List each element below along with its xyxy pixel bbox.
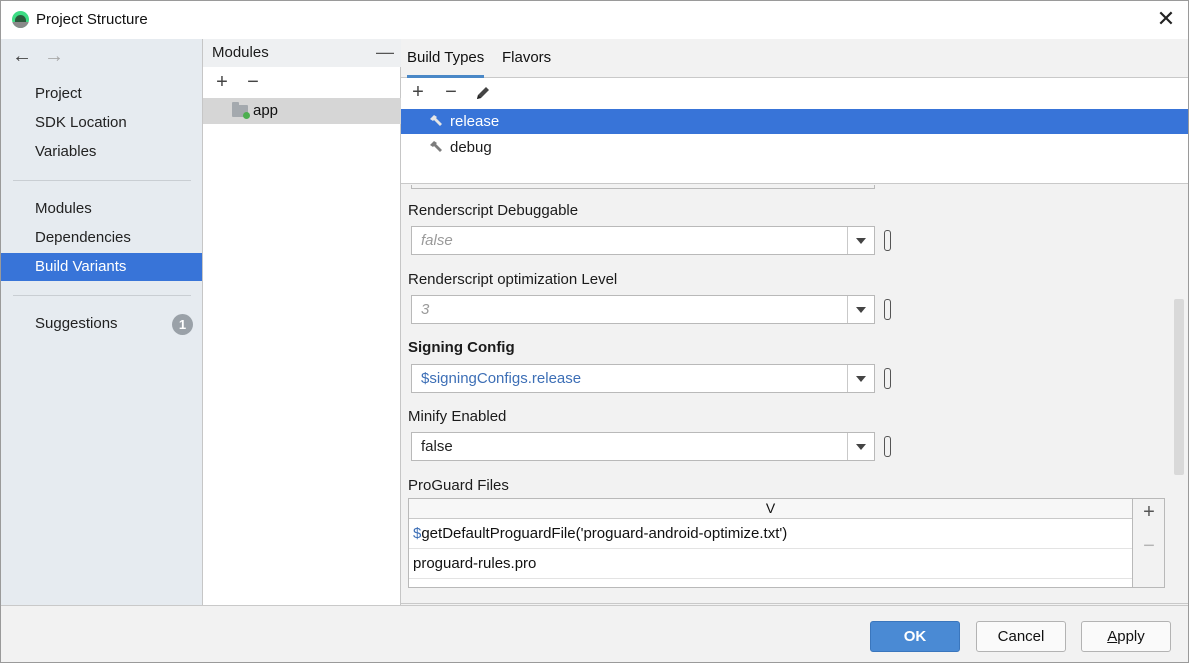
apply-button[interactable]: Apply	[1081, 621, 1171, 652]
combo-value: 3	[421, 301, 430, 318]
pencil-icon[interactable]	[472, 82, 494, 104]
signing-config-combo[interactable]: $signingConfigs.release	[411, 364, 875, 393]
proguard-table-toolbar: + −	[1133, 498, 1165, 588]
table-row[interactable]: proguard-rules.pro	[409, 549, 1132, 579]
add-build-type-button[interactable]: +	[407, 82, 429, 104]
renderscript-optimization-label: Renderscript optimization Level	[408, 271, 618, 288]
module-label: app	[253, 102, 279, 119]
chevron-down-icon[interactable]	[847, 365, 874, 392]
sidebar-item-dependencies[interactable]: Dependencies	[1, 224, 202, 252]
sidebar: ← → Project SDK Location Variables Modul…	[1, 39, 203, 605]
sidebar-divider	[13, 295, 191, 296]
renderscript-optimization-combo[interactable]: 3	[411, 295, 875, 324]
variable-toggle[interactable]	[884, 436, 891, 457]
tab-flavors[interactable]: Flavors	[502, 39, 551, 78]
ok-button[interactable]: OK	[870, 621, 960, 652]
divider	[401, 603, 1188, 604]
sidebar-item-label: Suggestions	[35, 315, 118, 332]
build-types-list: + − release debug	[401, 78, 1188, 184]
chevron-down-icon[interactable]	[847, 433, 874, 460]
table-row[interactable]: $getDefaultProguardFile('proguard-androi…	[409, 519, 1132, 549]
module-item-app[interactable]: app	[203, 98, 401, 124]
window-title: Project Structure	[36, 11, 148, 28]
build-type-debug[interactable]: debug	[401, 135, 1188, 160]
table-cell: proguard-rules.pro	[413, 555, 537, 572]
table-cell: getDefaultProguardFile('proguard-android…	[421, 525, 788, 542]
sidebar-divider	[13, 180, 191, 181]
previous-field-edge	[411, 185, 875, 189]
renderscript-debuggable-label: Renderscript Debuggable	[408, 202, 579, 219]
variable-toggle[interactable]	[884, 230, 891, 251]
proguard-files-table: V $getDefaultProguardFile('proguard-andr…	[408, 498, 1133, 588]
sidebar-item-modules[interactable]: Modules	[1, 195, 202, 223]
title-bar: Project Structure ✕	[1, 1, 1188, 39]
hammer-icon	[430, 141, 442, 152]
sidebar-item-variables[interactable]: Variables	[1, 138, 202, 166]
renderscript-debuggable-combo[interactable]: false	[411, 226, 875, 255]
proguard-files-label: ProGuard Files	[408, 477, 509, 494]
forward-arrow-icon[interactable]: →	[42, 45, 66, 69]
add-proguard-file-button[interactable]: +	[1138, 502, 1160, 524]
sidebar-item-build-variants[interactable]: Build Variants	[1, 253, 202, 281]
combo-value: $signingConfigs.release	[421, 370, 582, 387]
dialog-footer: OK Cancel Apply	[1, 605, 1188, 662]
modules-header: Modules —	[203, 39, 401, 67]
variable-toggle[interactable]	[884, 299, 891, 320]
variable-toggle[interactable]	[884, 368, 891, 389]
collapse-icon[interactable]: —	[375, 39, 395, 67]
apply-label: pply	[1117, 628, 1145, 645]
cancel-button[interactable]: Cancel	[976, 621, 1066, 652]
apply-mnemonic: A	[1107, 628, 1118, 645]
chevron-down-icon[interactable]	[847, 227, 874, 254]
sidebar-item-sdk-location[interactable]: SDK Location	[1, 109, 202, 137]
properties-scrollbar[interactable]	[1174, 299, 1184, 475]
hammer-icon	[430, 115, 442, 126]
build-type-properties: Renderscript Debuggable false Renderscri…	[401, 185, 1188, 605]
table-column-header: V	[409, 499, 1132, 519]
add-module-button[interactable]: +	[211, 72, 233, 94]
tab-bar: Build Types Flavors	[401, 39, 1188, 78]
module-folder-icon	[232, 102, 250, 119]
project-structure-dialog: Project Structure ✕ ← → Project SDK Loca…	[0, 0, 1189, 663]
minify-enabled-combo[interactable]: false	[411, 432, 875, 461]
sidebar-item-project[interactable]: Project	[1, 80, 202, 108]
back-arrow-icon[interactable]: ←	[10, 45, 34, 69]
build-type-label: debug	[450, 139, 492, 156]
build-types-panel: Build Types Flavors + − release debug Re…	[401, 39, 1188, 605]
modules-header-label: Modules	[212, 44, 269, 61]
close-button[interactable]: ✕	[1153, 7, 1179, 33]
combo-value: false	[421, 232, 453, 249]
chevron-down-icon[interactable]	[847, 296, 874, 323]
remove-module-button[interactable]: −	[242, 72, 264, 94]
android-studio-icon	[12, 11, 29, 28]
suggestions-count-badge: 1	[172, 314, 193, 335]
sidebar-item-suggestions[interactable]: Suggestions 1	[1, 310, 202, 338]
combo-value: false	[421, 438, 453, 455]
modules-panel: Modules — + − app	[203, 39, 401, 605]
remove-proguard-file-button[interactable]: −	[1138, 536, 1160, 558]
build-type-release[interactable]: release	[401, 109, 1188, 134]
tab-build-types[interactable]: Build Types	[407, 39, 485, 78]
minify-enabled-label: Minify Enabled	[408, 408, 507, 425]
remove-build-type-button[interactable]: −	[440, 82, 462, 104]
build-type-label: release	[450, 113, 500, 130]
signing-config-label: Signing Config	[408, 339, 515, 356]
